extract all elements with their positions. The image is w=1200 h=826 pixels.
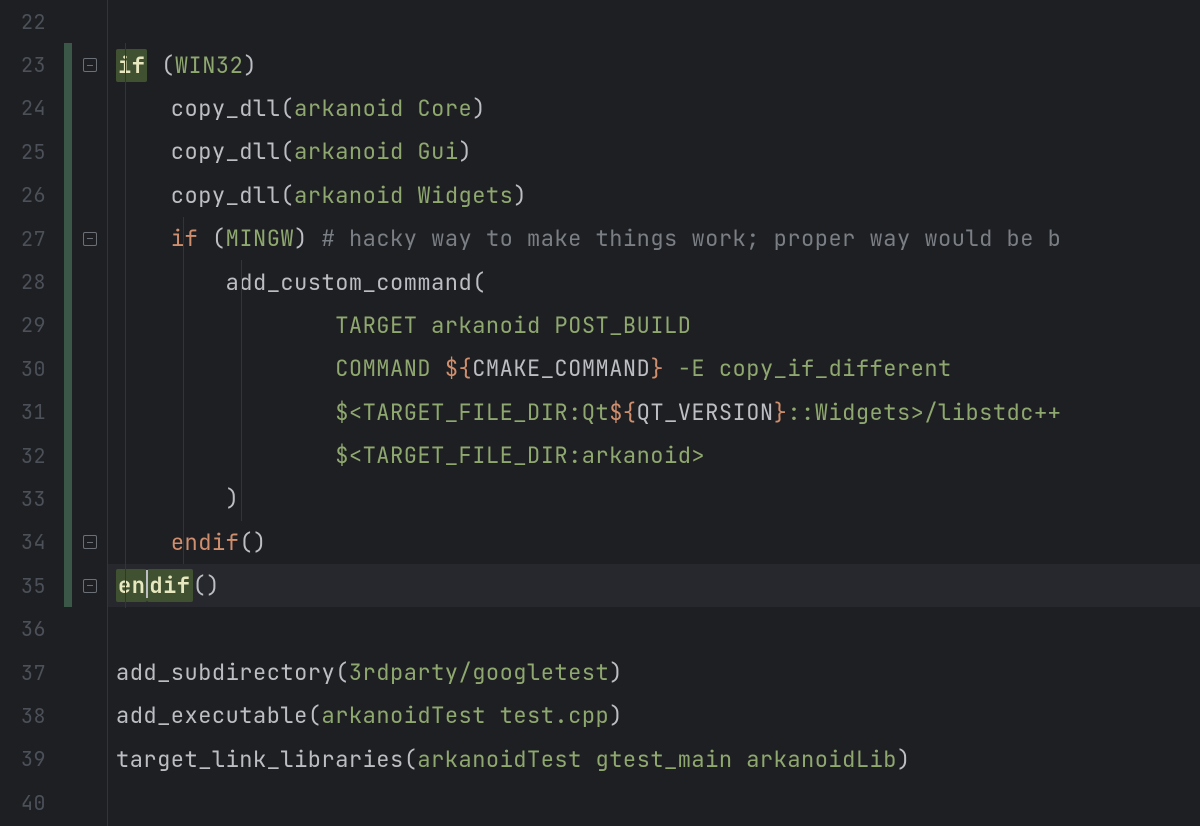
- vcs-change-marker: [64, 651, 72, 694]
- line-number: 40: [0, 781, 64, 824]
- indent-guide: [241, 260, 242, 520]
- indent-guide: [183, 217, 184, 564]
- code-line[interactable]: if (MINGW) # hacky way to make things wo…: [108, 217, 1200, 260]
- vcs-change-marker: [64, 607, 72, 650]
- line-number: 27: [0, 217, 64, 260]
- line-number: 34: [0, 521, 64, 564]
- fold-cell: [72, 87, 107, 130]
- line-number: 31: [0, 391, 64, 434]
- code-line[interactable]: $<TARGET_FILE_DIR:Qt${QT_VERSION}::Widge…: [108, 391, 1200, 434]
- fold-cell: [72, 174, 107, 217]
- vcs-change-marker: [64, 43, 72, 86]
- fold-cell[interactable]: [72, 217, 107, 260]
- vcs-change-marker: [64, 130, 72, 173]
- line-number: 25: [0, 130, 64, 173]
- vcs-change-strip: [64, 0, 72, 826]
- fold-cell: [72, 130, 107, 173]
- line-number: 35: [0, 564, 64, 607]
- line-number: 28: [0, 260, 64, 303]
- line-number: 32: [0, 434, 64, 477]
- code-line[interactable]: [108, 607, 1200, 650]
- code-line[interactable]: endif(): [108, 521, 1200, 564]
- line-number: 26: [0, 174, 64, 217]
- code-line[interactable]: $<TARGET_FILE_DIR:arkanoid>: [108, 434, 1200, 477]
- vcs-change-marker: [64, 564, 72, 607]
- vcs-change-marker: [64, 260, 72, 303]
- line-number: 30: [0, 347, 64, 390]
- fold-cell: [72, 260, 107, 303]
- code-line[interactable]: [108, 781, 1200, 824]
- code-line[interactable]: ): [108, 477, 1200, 520]
- vcs-change-marker: [64, 347, 72, 390]
- fold-cell: [72, 434, 107, 477]
- vcs-change-marker: [64, 694, 72, 737]
- code-line[interactable]: COMMAND ${CMAKE_COMMAND} -E copy_if_diff…: [108, 347, 1200, 390]
- line-number: 38: [0, 694, 64, 737]
- fold-end-icon[interactable]: [83, 535, 97, 549]
- code-line[interactable]: [108, 0, 1200, 43]
- fold-column[interactable]: [72, 0, 108, 826]
- fold-cell: [72, 347, 107, 390]
- code-line[interactable]: add_subdirectory(3rdparty/googletest): [108, 651, 1200, 694]
- fold-cell: [72, 0, 107, 43]
- line-number: 24: [0, 87, 64, 130]
- vcs-change-marker: [64, 738, 72, 781]
- code-line[interactable]: target_link_libraries(arkanoidTest gtest…: [108, 738, 1200, 781]
- code-area[interactable]: if (WIN32) copy_dll(arkanoid Core) copy_…: [108, 0, 1200, 826]
- line-number: 36: [0, 607, 64, 650]
- line-number: 33: [0, 477, 64, 520]
- line-number-gutter: 22232425262728293031323334353637383940: [0, 0, 64, 826]
- vcs-change-marker: [64, 391, 72, 434]
- vcs-change-marker: [64, 87, 72, 130]
- code-line[interactable]: add_executable(arkanoidTest test.cpp): [108, 694, 1200, 737]
- code-line[interactable]: add_custom_command(: [108, 260, 1200, 303]
- fold-cell[interactable]: [72, 521, 107, 564]
- fold-cell: [72, 391, 107, 434]
- fold-cell: [72, 607, 107, 650]
- fold-cell: [72, 304, 107, 347]
- code-line[interactable]: endif(): [108, 564, 1200, 607]
- vcs-change-marker: [64, 477, 72, 520]
- line-number: 23: [0, 43, 64, 86]
- vcs-change-marker: [64, 174, 72, 217]
- fold-cell[interactable]: [72, 43, 107, 86]
- line-number: 22: [0, 0, 64, 43]
- vcs-change-marker: [64, 304, 72, 347]
- code-line[interactable]: if (WIN32): [108, 43, 1200, 86]
- vcs-change-marker: [64, 217, 72, 260]
- fold-cell[interactable]: [72, 564, 107, 607]
- code-line[interactable]: copy_dll(arkanoid Gui): [108, 130, 1200, 173]
- indent-guide: [125, 43, 126, 607]
- fold-collapse-icon[interactable]: [83, 232, 97, 246]
- code-editor[interactable]: 22232425262728293031323334353637383940 i…: [0, 0, 1200, 826]
- vcs-change-marker: [64, 0, 72, 43]
- code-line[interactable]: copy_dll(arkanoid Core): [108, 87, 1200, 130]
- fold-cell: [72, 651, 107, 694]
- fold-cell: [72, 477, 107, 520]
- vcs-change-marker: [64, 434, 72, 477]
- vcs-change-marker: [64, 521, 72, 564]
- line-number: 39: [0, 738, 64, 781]
- fold-cell: [72, 738, 107, 781]
- line-number: 37: [0, 651, 64, 694]
- line-number: 29: [0, 304, 64, 347]
- fold-collapse-icon[interactable]: [83, 58, 97, 72]
- code-line[interactable]: TARGET arkanoid POST_BUILD: [108, 304, 1200, 347]
- fold-end-icon[interactable]: [83, 579, 97, 593]
- fold-cell: [72, 694, 107, 737]
- fold-cell: [72, 781, 107, 824]
- code-line[interactable]: copy_dll(arkanoid Widgets): [108, 174, 1200, 217]
- vcs-change-marker: [64, 781, 72, 824]
